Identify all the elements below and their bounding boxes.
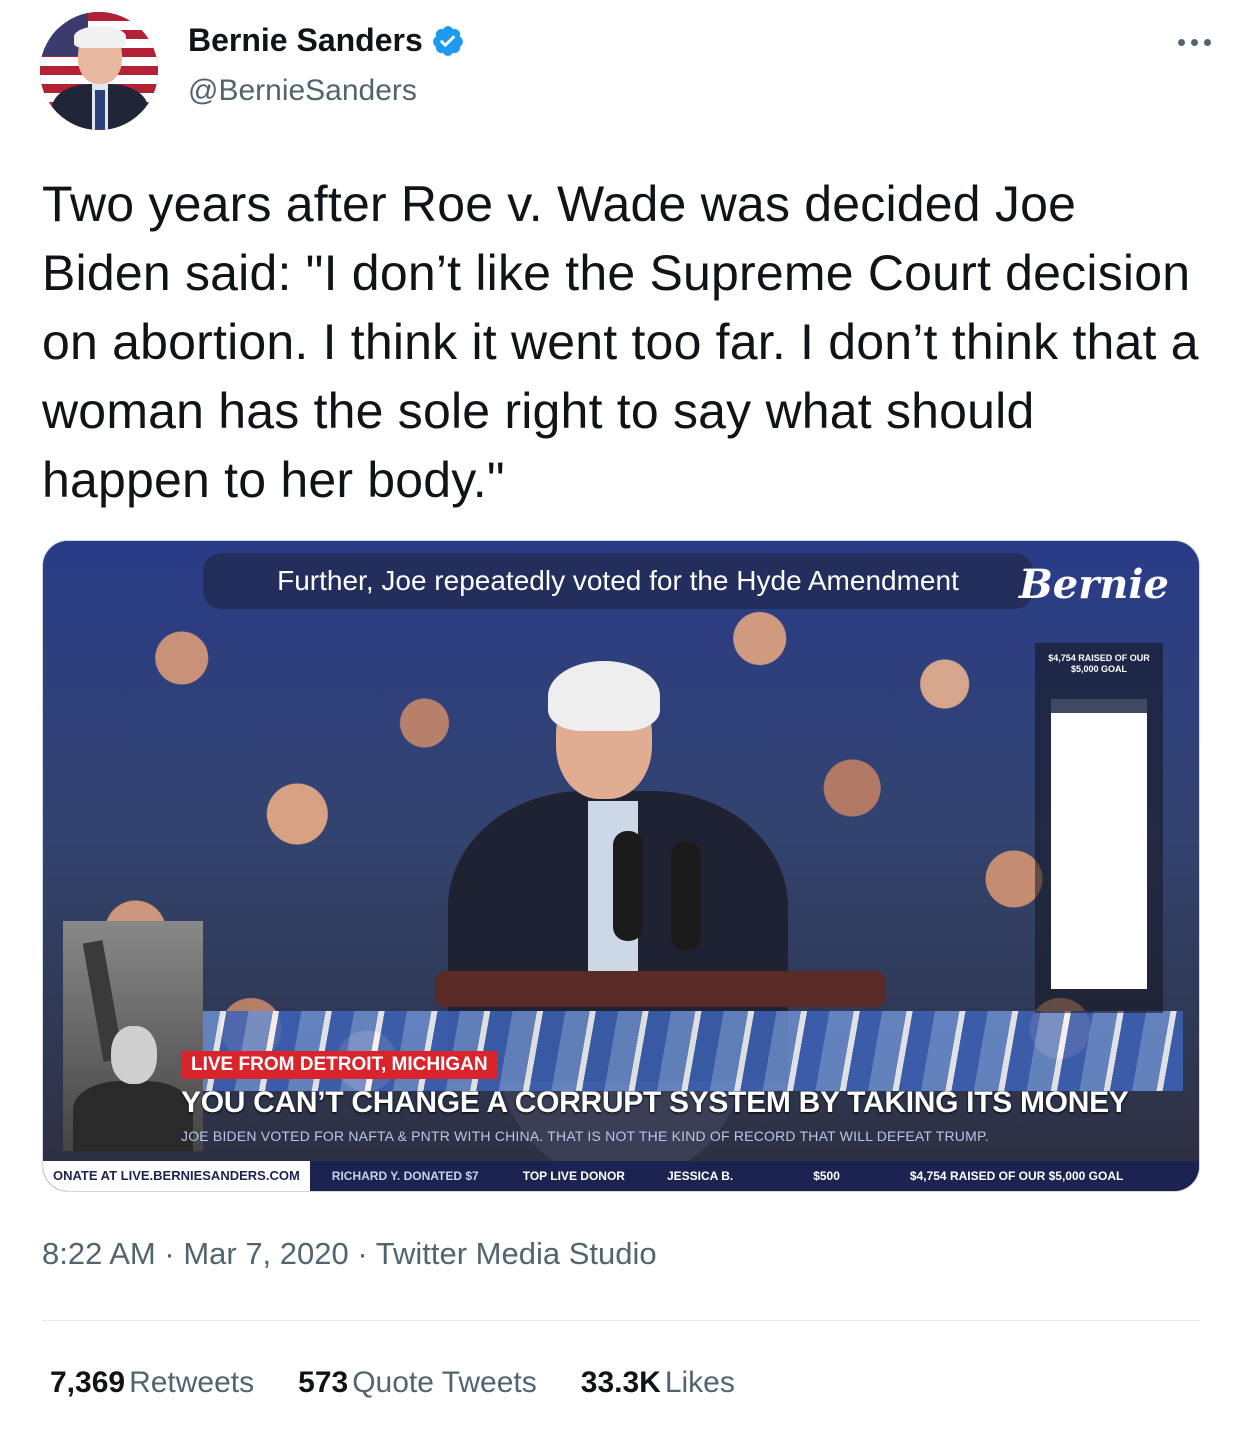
tweet-date[interactable]: Mar 7, 2020: [183, 1236, 348, 1271]
donate-url: ONATE AT LIVE.BERNIESANDERS.COM: [43, 1161, 310, 1191]
video-caption: Further, Joe repeatedly voted for the Hy…: [203, 553, 1033, 609]
donor-message: RICHARD Y. DONATED $7: [331, 1169, 479, 1183]
raised-total: $4,754 RAISED OF OUR $5,000 GOAL: [909, 1169, 1124, 1183]
meta-separator: ·: [155, 1236, 184, 1271]
dot: [1190, 38, 1198, 46]
inset-body: [73, 1081, 193, 1151]
avatar[interactable]: [40, 12, 158, 130]
tweet-source[interactable]: Twitter Media Studio: [376, 1236, 657, 1271]
top-donor-name: JESSICA B.: [666, 1169, 734, 1183]
meta-separator: ·: [348, 1236, 376, 1271]
lower-third-subline: JOE BIDEN VOTED FOR NAFTA & PNTR WITH CH…: [181, 1128, 989, 1144]
donation-ticker: ONATE AT LIVE.BERNIESANDERS.COM RICHARD …: [43, 1161, 1199, 1191]
retweets-stat[interactable]: 7,369 Retweets: [50, 1366, 254, 1400]
goal-bar-track: [1051, 699, 1147, 989]
podium: [435, 971, 885, 1007]
author-handle[interactable]: @BernieSanders: [188, 74, 417, 108]
tweet: Bernie Sanders @BernieSanders Two years …: [0, 0, 1242, 1446]
top-donor-amount: $500: [813, 1169, 840, 1183]
goal-label: $4,754 RAISED OF OUR $5,000 GOAL: [1048, 653, 1150, 674]
tweet-text: Two years after Roe v. Wade was decided …: [42, 176, 1199, 508]
fundraising-goal-panel: $4,754 RAISED OF OUR $5,000 GOAL: [1035, 643, 1163, 1013]
retweets-count: 7,369: [50, 1366, 126, 1399]
speaker-hair: [548, 661, 660, 731]
media-video[interactable]: Further, Joe repeatedly voted for the Hy…: [42, 540, 1200, 1192]
goal-bar-fill: [1051, 713, 1147, 989]
tweet-time[interactable]: 8:22 AM: [42, 1236, 156, 1271]
lower-third-headline: YOU CAN’T CHANGE A CORRUPT SYSTEM BY TAK…: [181, 1086, 1129, 1119]
author-name[interactable]: Bernie Sanders: [188, 22, 423, 59]
avatar-hair: [74, 26, 126, 48]
divider: [42, 1320, 1200, 1321]
top-donor-label: TOP LIVE DONOR: [522, 1169, 625, 1183]
likes-stat[interactable]: 33.3K Likes: [581, 1366, 735, 1400]
more-dots-icon[interactable]: [1168, 30, 1220, 54]
inset-head: [111, 1026, 157, 1084]
bernie-logo: Bernie: [1018, 561, 1169, 608]
dot: [1203, 38, 1211, 46]
quote-tweets-count: 573: [298, 1366, 349, 1399]
live-badge: LIVE FROM DETROIT, MICHIGAN: [181, 1051, 498, 1079]
retweets-label: Retweets: [129, 1366, 255, 1399]
verified-badge-icon: [432, 25, 463, 56]
microphone: [671, 841, 701, 951]
avatar-tie: [95, 90, 105, 130]
engagement-stats: 7,369 Retweets 573 Quote Tweets 33.3K Likes: [50, 1366, 735, 1400]
likes-label: Likes: [664, 1366, 735, 1399]
quote-tweets-label: Quote Tweets: [352, 1366, 537, 1399]
dot: [1177, 38, 1185, 46]
quote-tweets-stat[interactable]: 573 Quote Tweets: [298, 1366, 537, 1400]
tweet-meta: 8:22 AM · Mar 7, 2020 · Twitter Media St…: [42, 1236, 657, 1272]
microphone: [613, 831, 643, 941]
likes-count: 33.3K: [580, 1366, 661, 1399]
author-name-row: Bernie Sanders: [188, 22, 465, 59]
